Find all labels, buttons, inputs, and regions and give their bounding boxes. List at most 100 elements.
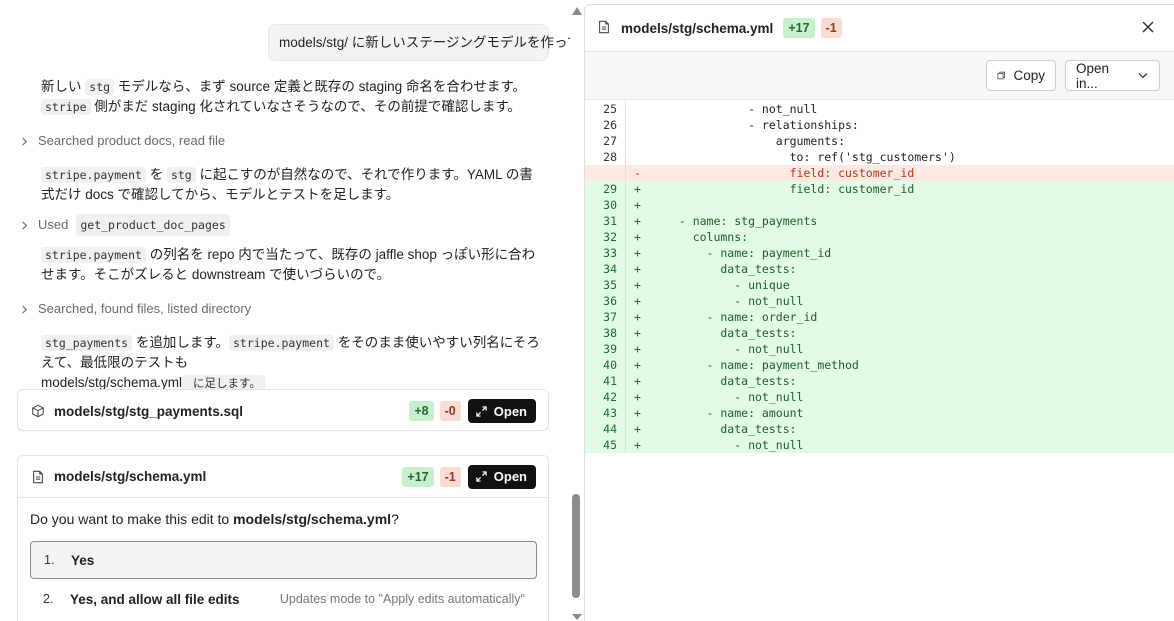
scroll-up-arrow-icon[interactable] (572, 7, 582, 15)
code-text: - name: order_id (665, 310, 818, 324)
code-text: data_tests: (665, 422, 797, 436)
file-change-card: models/stg/stg_payments.sql +8 -0 Open (17, 389, 549, 431)
diff-marker: + (634, 326, 641, 340)
chevron-down-icon (1138, 73, 1148, 79)
file-name: models/stg/stg_payments.sql (54, 403, 244, 419)
diff-line: 40 + - name: payment_method (585, 357, 1174, 373)
open-in-dropdown[interactable]: Open in... (1065, 60, 1160, 91)
expand-icon (476, 405, 487, 417)
diff-line: 31 + - name: stg_payments (585, 213, 1174, 229)
chevron-right-icon (18, 136, 30, 146)
line-number: 38 (603, 326, 617, 340)
diff-marker: + (634, 198, 641, 212)
option-hint: Updates mode to "Apply edits automatical… (279, 592, 525, 606)
file-icon (30, 469, 46, 485)
line-number (585, 165, 617, 181)
diff-line: 39 + - not_null (585, 341, 1174, 357)
tool-activity-toggle-1[interactable]: Searched product docs, read file (18, 131, 225, 151)
cube-icon (30, 403, 46, 419)
option-label: Yes (71, 552, 95, 568)
code-text: data_tests: (665, 262, 797, 276)
option-yes-allow-all[interactable]: 2. Yes, and allow all file edits Updates… (30, 580, 537, 618)
diff-file-name: models/stg/schema.yml (621, 20, 774, 36)
tool-activity-label: Searched, found files, listed directory (38, 301, 252, 316)
code-text: - name: stg_payments (665, 214, 818, 228)
option-number: 2. (43, 592, 54, 606)
line-number: 44 (603, 422, 617, 436)
diff-line: 41 + data_tests: (585, 373, 1174, 389)
assistant-message-4: stg_payments を追加します。 stripe.payment をそのまま… (41, 333, 541, 393)
scrollbar-thumb[interactable] (572, 494, 580, 598)
chat-pane: models/stg/ に新しいステージングモデルを作って 新しい stg モデ… (0, 0, 570, 621)
diff-code: 25 - not_null 26 - relationships: 27 argum… (585, 101, 1174, 453)
diff-marker: + (634, 342, 641, 356)
lines-removed-badge: -1 (820, 18, 842, 38)
open-file-button[interactable]: Open (467, 399, 536, 423)
line-number: 34 (603, 262, 617, 276)
lines-removed-badge: -1 (439, 466, 461, 487)
line-number: 26 (603, 118, 617, 132)
diff-line: 27 arguments: (585, 133, 1174, 149)
option-yes[interactable]: 1. Yes (30, 541, 537, 579)
diff-line: 42 + - not_null (585, 389, 1174, 405)
line-number: 29 (603, 182, 617, 196)
tool-activity-label: Searched product docs, read file (38, 133, 226, 148)
chat-scrollbar[interactable] (570, 0, 583, 621)
diff-line: 25 - not_null (585, 101, 1174, 117)
code-text: columns: (665, 230, 749, 244)
diff-marker: + (634, 230, 641, 244)
line-number: 27 (603, 134, 617, 148)
text: を追加します。 (132, 335, 229, 350)
line-number: 45 (603, 438, 617, 452)
diff-line: 35 + - unique (585, 277, 1174, 293)
code-text: arguments: (665, 134, 846, 148)
gutter-divider (625, 101, 626, 453)
scroll-down-arrow-icon[interactable] (572, 614, 582, 620)
copy-icon (997, 71, 1005, 80)
diff-marker: + (634, 262, 641, 276)
line-number: 43 (603, 406, 617, 420)
diff-line: 34 + data_tests: (585, 261, 1174, 277)
inline-code: stripe.payment (41, 167, 146, 183)
code-text: field: customer_id (665, 166, 915, 180)
diff-line: 29 + field: customer_id (585, 181, 1174, 197)
inline-code: stripe (41, 99, 91, 115)
text: Do you want to make this edit to (30, 511, 234, 527)
line-number: 42 (603, 390, 617, 404)
code-text: - not_null (665, 390, 804, 404)
line-number: 35 (603, 278, 617, 292)
diff-line: 38 + data_tests: (585, 325, 1174, 341)
text: models/stg/schema.yml (41, 375, 183, 390)
line-number: 37 (603, 310, 617, 324)
diff-toolbar: Copy Open in... (585, 52, 1174, 100)
close-icon[interactable] (1140, 19, 1156, 35)
text: ? (391, 511, 399, 527)
inline-code: stg_payments (41, 335, 133, 351)
diff-line: - field: customer_id (585, 165, 1174, 181)
tool-activity-toggle-2[interactable]: Used get_product_doc_pages (18, 214, 230, 236)
inline-code: stripe.payment (229, 335, 334, 351)
text: を (145, 167, 167, 182)
code-text: - relationships: (665, 118, 859, 132)
assistant-message-1: 新しい stg モデルなら、まず source 定義と既存の staging 命… (41, 77, 541, 117)
line-number: 25 (603, 102, 617, 116)
text: 新しい (41, 79, 86, 94)
inline-code: stg (166, 167, 196, 183)
tool-activity-label: Used (38, 217, 69, 232)
line-number: 32 (603, 230, 617, 244)
diff-line: 26 - relationships: (585, 117, 1174, 133)
open-file-button[interactable]: Open (467, 464, 536, 489)
line-number: 40 (603, 358, 617, 372)
diff-marker: + (634, 374, 641, 388)
open-label: Open (493, 403, 527, 419)
diff-line: 33 + - name: payment_id (585, 245, 1174, 261)
diff-line: 37 + - name: order_id (585, 309, 1174, 325)
tool-activity-toggle-3[interactable]: Searched, found files, listed directory (18, 299, 251, 319)
diff-panel: models/stg/schema.yml +17 -1 Copy Open i… (584, 4, 1174, 621)
edit-permission-card: models/stg/schema.yml +17 -1 Open Do you… (17, 455, 549, 621)
line-number: 36 (603, 294, 617, 308)
copy-button[interactable]: Copy (986, 60, 1056, 91)
diff-marker: + (634, 182, 641, 196)
inline-code: stg (85, 79, 115, 95)
chevron-right-icon (18, 220, 30, 230)
